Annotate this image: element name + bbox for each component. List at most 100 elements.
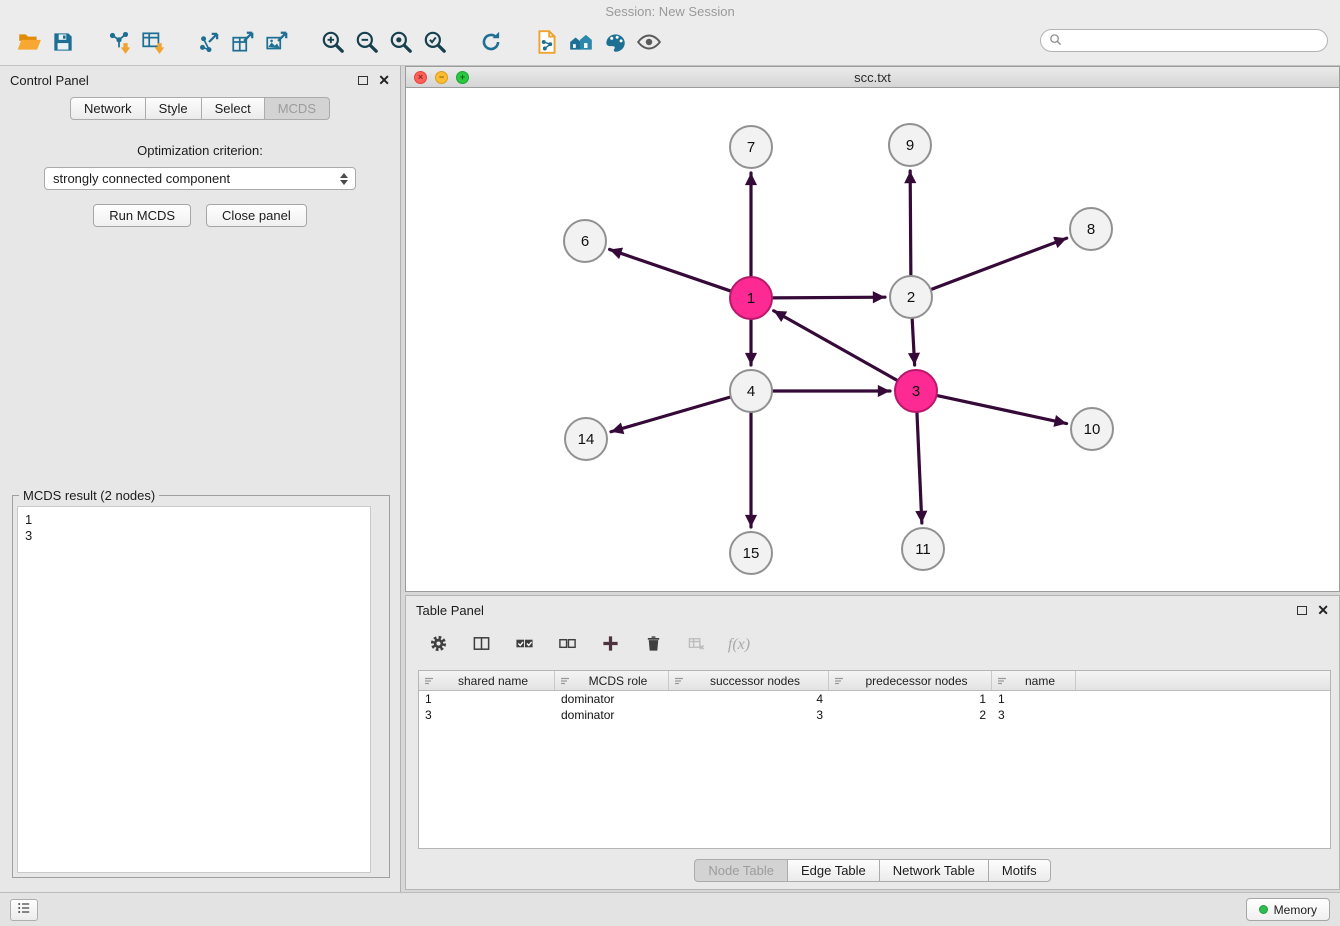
run-mcds-button[interactable]: Run MCDS	[93, 204, 191, 227]
graph-node-10[interactable]: 10	[1071, 408, 1113, 450]
add-column-button[interactable]	[598, 633, 622, 657]
cell-mcds-role: dominator	[555, 708, 669, 722]
graph-edge-1-6[interactable]	[610, 249, 732, 291]
close-panel-icon[interactable]: ✕	[378, 73, 390, 87]
zoom-in-button[interactable]	[316, 27, 350, 61]
graph-node-8[interactable]: 8	[1070, 208, 1112, 250]
graph-edge-4-14[interactable]	[611, 397, 731, 432]
mcds-result-title: MCDS result (2 nodes)	[19, 488, 159, 503]
network-document-button[interactable]	[530, 27, 564, 61]
save-disk-icon	[50, 29, 76, 58]
graph-node-9[interactable]: 9	[889, 124, 931, 166]
apply-layout-button[interactable]	[474, 27, 508, 61]
graph-node-3[interactable]: 3	[895, 370, 937, 412]
float-table-panel-icon[interactable]	[1297, 606, 1307, 615]
tab-node-table[interactable]: Node Table	[694, 859, 788, 882]
graph-node-14[interactable]: 14	[565, 418, 607, 460]
show-columns-button[interactable]	[469, 633, 493, 657]
select-all-button[interactable]	[512, 633, 536, 657]
window-close-icon[interactable]: ×	[414, 71, 427, 84]
sort-icon	[674, 676, 684, 686]
fx-icon: f(x)	[728, 636, 750, 654]
graph-node-7[interactable]: 7	[730, 126, 772, 168]
zoom-fit-button[interactable]	[384, 27, 418, 61]
svg-text:3: 3	[912, 383, 920, 400]
zoom-fit-icon	[388, 29, 414, 58]
graph-edge-3-11[interactable]	[917, 412, 922, 523]
network-canvas[interactable]: 7 9 6 8 1 2 4 3 14 10 15 11	[406, 88, 1339, 591]
style-button[interactable]	[598, 27, 632, 61]
delete-column-button[interactable]	[641, 633, 665, 657]
memory-button[interactable]: Memory	[1246, 898, 1330, 921]
save-session-button[interactable]	[46, 27, 80, 61]
svg-text:9: 9	[906, 137, 914, 154]
cell-predecessor-nodes: 1	[829, 692, 992, 706]
open-session-button[interactable]	[12, 27, 46, 61]
zoom-selected-button[interactable]	[418, 27, 452, 61]
graph-edge-2-9[interactable]	[910, 171, 911, 276]
tab-style[interactable]: Style	[145, 97, 202, 120]
table-row[interactable]: 3 dominator 3 2 3	[419, 707, 1330, 723]
close-table-panel-icon[interactable]: ✕	[1317, 603, 1329, 617]
graph-edge-1-2[interactable]	[772, 297, 885, 298]
import-table-button[interactable]	[136, 27, 170, 61]
graph-edge-2-8[interactable]	[931, 238, 1067, 289]
graph-edge-3-10[interactable]	[937, 395, 1067, 423]
graph-node-4[interactable]: 4	[730, 370, 772, 412]
tab-network-table[interactable]: Network Table	[879, 859, 989, 882]
column-header-name[interactable]: name	[992, 671, 1076, 690]
houses-icon	[568, 29, 594, 58]
graph-edge-3-1[interactable]	[774, 311, 898, 381]
svg-text:11: 11	[915, 541, 931, 558]
network-graph[interactable]: 7 9 6 8 1 2 4 3 14 10 15 11	[406, 88, 1339, 592]
criterion-dropdown[interactable]: strongly connected component	[44, 167, 356, 190]
delete-table-button[interactable]	[684, 633, 708, 657]
table-panel: Table Panel ✕ f(x) shared name MCDS role…	[405, 595, 1340, 890]
svg-text:2: 2	[907, 289, 915, 306]
column-header-shared-name[interactable]: shared name	[419, 671, 555, 690]
graph-node-6[interactable]: 6	[564, 220, 606, 262]
criterion-dropdown-value: strongly connected component	[53, 171, 230, 186]
cell-successor-nodes: 3	[669, 708, 829, 722]
table-toolbar: f(x)	[406, 624, 1339, 666]
graph-node-2[interactable]: 2	[890, 276, 932, 318]
mcds-result-list[interactable]: 1 3	[17, 506, 371, 873]
tab-edge-table[interactable]: Edge Table	[787, 859, 880, 882]
zoom-selected-icon	[422, 29, 448, 58]
tab-network[interactable]: Network	[70, 97, 146, 120]
export-table-button[interactable]	[226, 27, 260, 61]
eye-icon	[636, 29, 662, 58]
select-all-icon	[515, 634, 534, 656]
zoom-out-button[interactable]	[350, 27, 384, 61]
function-builder-button[interactable]: f(x)	[727, 633, 751, 657]
toolbar-search[interactable]	[1040, 29, 1328, 52]
import-network-button[interactable]	[102, 27, 136, 61]
memory-status-dot	[1259, 905, 1268, 914]
search-input[interactable]	[1067, 34, 1319, 48]
tab-select[interactable]: Select	[201, 97, 265, 120]
table-row[interactable]: 1 dominator 4 1 1	[419, 691, 1330, 707]
column-header-mcds-role[interactable]: MCDS role	[555, 671, 669, 690]
cell-mcds-role: dominator	[555, 692, 669, 706]
window-minimize-icon[interactable]: −	[435, 71, 448, 84]
graph-node-11[interactable]: 11	[902, 528, 944, 570]
tab-motifs[interactable]: Motifs	[988, 859, 1051, 882]
graph-node-15[interactable]: 15	[730, 532, 772, 574]
optimization-criterion-label: Optimization criterion:	[0, 143, 400, 158]
export-image-button[interactable]	[260, 27, 294, 61]
window-zoom-icon[interactable]: +	[456, 71, 469, 84]
column-header-successor-nodes[interactable]: successor nodes	[669, 671, 829, 690]
neighbors-button[interactable]	[564, 27, 598, 61]
table-settings-button[interactable]	[426, 633, 450, 657]
graph-edge-2-3[interactable]	[912, 318, 915, 365]
deselect-all-button[interactable]	[555, 633, 579, 657]
task-history-button[interactable]	[10, 899, 38, 921]
column-header-predecessor-nodes[interactable]: predecessor nodes	[829, 671, 992, 690]
close-panel-button[interactable]: Close panel	[206, 204, 307, 227]
graph-node-1[interactable]: 1	[730, 277, 772, 319]
export-network-button[interactable]	[192, 27, 226, 61]
svg-text:6: 6	[581, 233, 589, 250]
float-panel-icon[interactable]	[358, 76, 368, 85]
show-hide-button[interactable]	[632, 27, 666, 61]
tab-mcds[interactable]: MCDS	[264, 97, 330, 120]
